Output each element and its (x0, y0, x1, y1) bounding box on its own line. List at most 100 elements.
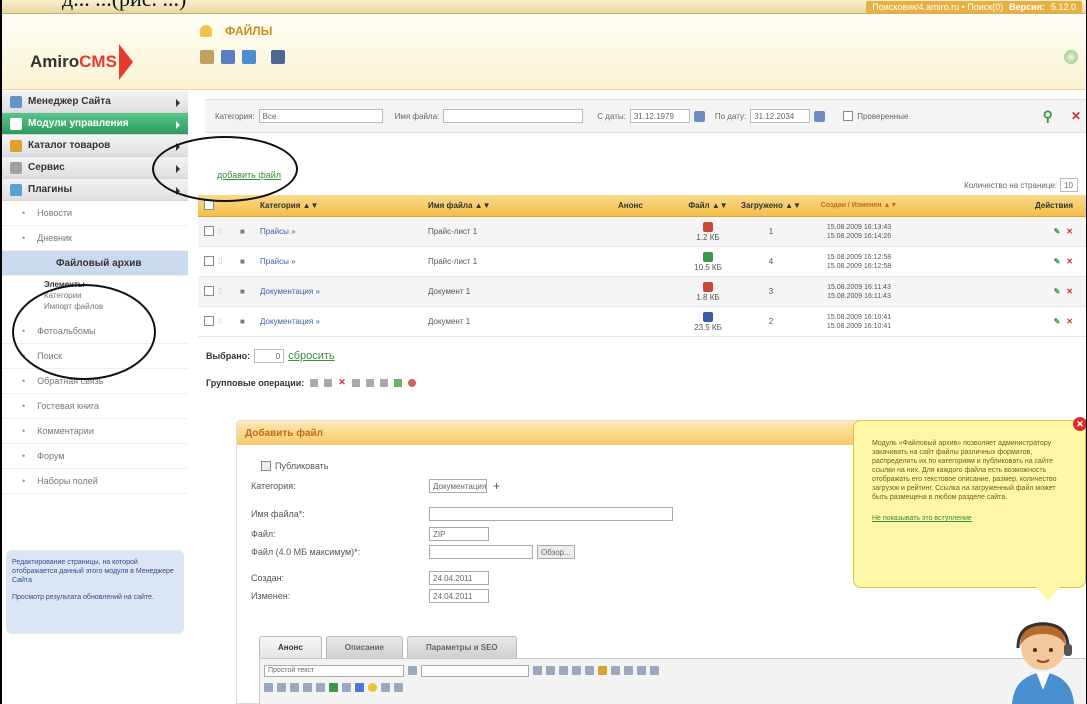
edit-page-link[interactable]: Редактирование страницы, на которой отоб… (12, 558, 178, 585)
monitor-icon[interactable] (271, 50, 285, 64)
created-input[interactable]: 24.04.2011 (429, 571, 489, 585)
upload-input[interactable] (429, 545, 533, 559)
row-category-link[interactable]: Документация » (260, 287, 428, 296)
row-checkbox[interactable] (204, 315, 214, 326)
tab-description[interactable]: Описание (325, 636, 403, 658)
media-icon[interactable] (355, 683, 364, 692)
code-icon[interactable] (394, 683, 403, 692)
redo-icon[interactable] (316, 683, 325, 692)
reset-filter-icon[interactable]: ✕ (1071, 109, 1081, 123)
category-filter-select[interactable]: Все (258, 109, 383, 123)
align-left-icon[interactable] (624, 666, 633, 675)
col-category[interactable]: Категория ▲▼ (260, 201, 428, 210)
sidebar-item-modules[interactable]: Модули управления (2, 113, 188, 135)
sidebar-sub-comments[interactable]: Комментарии (2, 419, 188, 444)
calendar-icon[interactable] (814, 110, 826, 122)
edit-icon[interactable]: ✎ (1054, 317, 1061, 326)
published-icon[interactable]: ■ (240, 287, 260, 296)
drag-handle-icon[interactable]: ⁞⁞ (218, 287, 240, 296)
delete-icon[interactable]: ✕ (338, 377, 346, 388)
sidebar-item-site-manager[interactable]: Менеджер Сайта (2, 91, 188, 113)
italic-icon[interactable] (559, 666, 568, 675)
delete-icon[interactable]: ✕ (1066, 257, 1073, 266)
text-color-icon[interactable] (611, 666, 620, 675)
site-link[interactable]: Поисковик/4.amiro.ru • Поиск(0) (872, 2, 1003, 12)
tools-icon[interactable] (200, 50, 214, 64)
help-icon[interactable] (1064, 50, 1078, 64)
delete-icon[interactable]: ✕ (1066, 317, 1073, 326)
format-icon[interactable] (408, 666, 417, 675)
numbered-list-icon[interactable] (277, 683, 286, 692)
drag-handle-icon[interactable]: ⁞⁞ (218, 257, 240, 266)
checked-only-checkbox[interactable] (843, 111, 854, 121)
sidebar-sub-guestbook[interactable]: Гостевая книга (2, 394, 188, 419)
uncheck-icon[interactable] (407, 378, 416, 387)
published-icon[interactable]: ■ (240, 227, 260, 236)
col-file[interactable]: Файл ▲▼ (678, 201, 738, 210)
row-file[interactable]: 10.5 КБ (678, 251, 738, 272)
row-file[interactable]: 1.8 КБ (678, 281, 738, 302)
font-select[interactable] (421, 664, 529, 677)
row-category-link[interactable]: Прайсы » (260, 227, 428, 236)
view-result-link[interactable]: Просмотр результата обновлений на сайте. (12, 593, 178, 602)
date-from-input[interactable]: 31.12.1979 (629, 109, 690, 123)
file-icon[interactable] (703, 311, 713, 322)
row-checkbox[interactable] (204, 285, 214, 296)
col-filename[interactable]: Имя файла ▲▼ (428, 201, 618, 210)
assistant-avatar-icon[interactable] (1004, 612, 1082, 704)
published-icon[interactable]: ■ (240, 317, 260, 326)
emoji-icon[interactable] (368, 683, 377, 692)
edit-icon[interactable]: ✎ (1054, 287, 1061, 296)
edit-icon[interactable]: ✎ (1054, 257, 1061, 266)
tab-params-seo[interactable]: Параметры и SEO (406, 636, 517, 658)
date-to-input[interactable]: 31.12.2034 (750, 109, 811, 123)
sidebar-sub-fieldsets[interactable]: Наборы полей (2, 469, 188, 494)
add-category-icon[interactable]: + (493, 479, 500, 493)
delete-icon[interactable]: ✕ (1066, 227, 1073, 236)
close-icon[interactable]: ✕ (1073, 417, 1086, 431)
drag-handle-icon[interactable]: ⁞⁞ (218, 227, 240, 236)
changed-input[interactable]: 24.04.2011 (429, 589, 489, 603)
unpublish-icon[interactable] (324, 378, 333, 387)
col-downloads[interactable]: Загружено ▲▼ (738, 201, 804, 210)
check-icon[interactable] (393, 378, 402, 387)
file-icon[interactable] (703, 251, 713, 262)
publish-icon[interactable] (310, 378, 319, 387)
row-category-link[interactable]: Документация » (260, 317, 428, 326)
delete-icon[interactable]: ✕ (1066, 287, 1073, 296)
calendar-icon[interactable] (693, 110, 705, 122)
indent-icon[interactable] (290, 683, 299, 692)
bold-icon[interactable] (546, 666, 555, 675)
per-page-select[interactable]: 10 (1060, 178, 1078, 192)
reset-selection-link[interactable]: сбросить (288, 350, 334, 362)
hide-intro-link[interactable]: Не показывать это вступление (872, 514, 1073, 523)
link-icon[interactable] (329, 683, 338, 692)
move-icon[interactable] (351, 378, 360, 387)
publish-checkbox[interactable] (261, 461, 271, 471)
pages-icon[interactable] (221, 50, 235, 64)
size-icon[interactable] (533, 666, 542, 675)
name-filter-input[interactable] (443, 109, 584, 123)
paste-icon[interactable] (598, 666, 607, 675)
row-file[interactable]: 23.5 КБ (678, 311, 738, 332)
image-icon[interactable] (342, 683, 351, 692)
tab-announce[interactable]: Анонс (259, 636, 322, 658)
sidebar-sub-forum[interactable]: Форум (2, 444, 188, 469)
file-icon[interactable] (703, 281, 713, 292)
published-icon[interactable]: ■ (240, 257, 260, 266)
drag-handle-icon[interactable]: ⁞⁞ (218, 317, 240, 326)
strike-icon[interactable] (585, 666, 594, 675)
row-category-link[interactable]: Прайсы » (260, 257, 428, 266)
style-select[interactable]: Простой текст (264, 664, 404, 677)
underline-icon[interactable] (572, 666, 581, 675)
category-select[interactable]: Документация (429, 479, 487, 493)
row-checkbox[interactable] (204, 225, 214, 236)
edit-icon[interactable]: ✎ (1054, 227, 1061, 236)
file-icon[interactable] (703, 221, 713, 232)
home-icon[interactable] (200, 25, 212, 37)
filename-input[interactable] (429, 507, 673, 521)
logo[interactable]: Amiro CMS (30, 44, 133, 80)
align-center-icon[interactable] (637, 666, 646, 675)
row-file[interactable]: 1.2 КБ (678, 221, 738, 242)
windows-icon[interactable] (242, 50, 256, 64)
